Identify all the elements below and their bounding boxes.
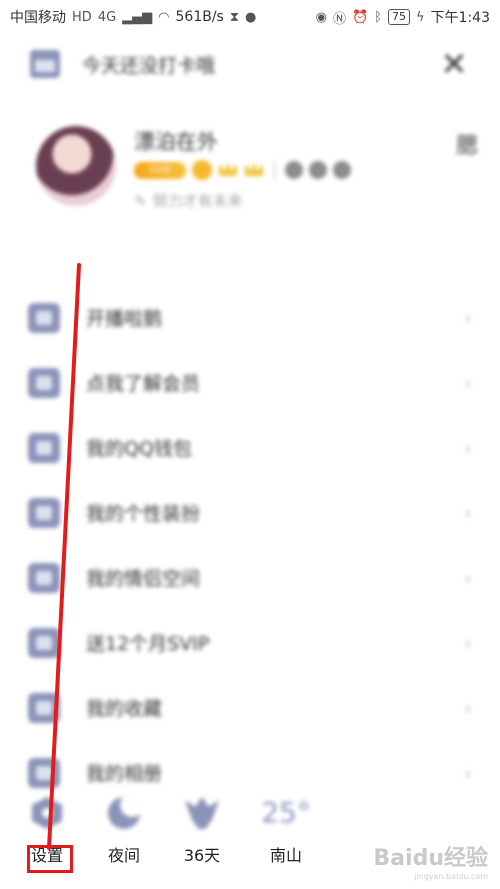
sun-level-icon [192, 160, 212, 180]
drawer-menu: 开播啦鹅 › 点我了解会员 › 我的QQ钱包 › 我的个性装扮 › 我的情侣空间… [28, 285, 478, 805]
status-right: ◉ Ⓝ ⏰ ᛒ 75 ϟ 下午1:43 [316, 7, 490, 27]
chevron-right-icon: › [464, 760, 472, 785]
badges-row: SVIP [134, 160, 351, 180]
chevron-right-icon: › [464, 500, 472, 525]
wallet-icon [28, 432, 60, 463]
achievement-icon-2 [309, 161, 327, 179]
nickname: 漂泊在外 [134, 130, 218, 154]
chevron-right-icon: › [464, 565, 472, 590]
shirt-icon [28, 497, 60, 528]
menu-item-gift-svip[interactable]: 送12个月SVIP › [28, 610, 478, 675]
signature-text: 努力才有未来 [152, 192, 243, 210]
achievement-icon-1 [285, 161, 303, 179]
pencil-icon: ✎ [134, 191, 147, 210]
menu-item-label: 我的情侣空间 [86, 568, 201, 590]
weather-button[interactable]: 25° 南山 [256, 796, 316, 866]
vip-icon [28, 367, 60, 398]
nfc-icon: Ⓝ [332, 11, 346, 27]
network-speed: 561B/s [175, 9, 224, 25]
temperature-display: 25° [261, 796, 311, 829]
moon-icon [107, 796, 141, 830]
menu-item-live[interactable]: 开播啦鹅 › [28, 285, 478, 350]
hourglass-icon: ⧗ [229, 9, 239, 25]
days-label: 36天 [183, 846, 221, 865]
bluetooth-icon: ᛒ [374, 9, 382, 25]
alarm-icon: ⏰ [351, 9, 369, 25]
chevron-right-icon: › [464, 695, 472, 720]
live-icon [28, 302, 60, 333]
bookmark-icon [28, 692, 60, 723]
city-label: 南山 [269, 846, 302, 865]
checkin-text: 今天还没打卡哦 [82, 54, 216, 77]
status-left: 中国移动 HD 4G ▂▄▆ ◠ 561B/s ⧗ ● [10, 7, 256, 27]
charging-icon: ϟ [415, 9, 425, 25]
eye-icon: ◉ [315, 9, 327, 25]
chevron-right-icon: › [464, 305, 472, 330]
carrier-text: 中国移动 [10, 10, 66, 26]
qr-code-icon[interactable]: 腮 [456, 128, 478, 160]
gear-icon [30, 796, 64, 830]
gift-icon [28, 627, 60, 658]
menu-item-label: 开播啦鹅 [86, 308, 163, 330]
watermark: Baidu经验 jingyan.baidu.com [373, 840, 488, 881]
svip-badge: SVIP [134, 161, 186, 179]
watermark-brand: Baidu经验 [373, 846, 488, 871]
chevron-right-icon: › [464, 370, 472, 395]
menu-item-label: 点我了解会员 [86, 373, 201, 395]
clock: 下午1:43 [430, 10, 490, 26]
signature[interactable]: ✎ 努力才有未来 [134, 190, 243, 211]
highlight-box [27, 845, 73, 873]
crown-level-icon-2 [244, 162, 264, 176]
close-icon[interactable]: ✕ [436, 45, 472, 83]
menu-item-label: 我的相册 [86, 763, 163, 785]
signal-icon: ▂▄▆ [122, 9, 153, 25]
calendar-icon [30, 50, 60, 78]
achievement-icon-3 [333, 161, 351, 179]
avatar[interactable] [36, 126, 116, 206]
heart-icon [28, 562, 60, 593]
network-type: 4G [97, 9, 117, 25]
streak-button[interactable]: 36天 [172, 796, 232, 866]
menu-item-couple-space[interactable]: 我的情侣空间 › [28, 545, 478, 610]
status-bar: 中国移动 HD 4G ▂▄▆ ◠ 561B/s ⧗ ● ◉ Ⓝ ⏰ ᛒ 75 ϟ… [0, 0, 500, 34]
crown-level-icon [218, 162, 238, 176]
night-mode-button[interactable]: 夜间 [94, 796, 154, 866]
watermark-url: jingyan.baidu.com [414, 872, 488, 881]
menu-item-favorites[interactable]: 我的收藏 › [28, 675, 478, 740]
wifi-icon: ◠ [158, 9, 170, 25]
badge-divider [274, 161, 275, 179]
wings-icon [185, 796, 219, 830]
menu-item-personalize[interactable]: 我的个性装扮 › [28, 480, 478, 545]
menu-item-label: 我的个性装扮 [86, 503, 201, 525]
profile-card[interactable]: 漂泊在外 SVIP ✎ 努力才有未来 腮 [36, 118, 486, 228]
menu-item-label: 送12个月SVIP [86, 633, 210, 655]
menu-item-label: 我的QQ钱包 [86, 438, 192, 460]
menu-item-membership[interactable]: 点我了解会员 › [28, 350, 478, 415]
battery-icon: 75 [387, 9, 410, 25]
message-icon: ● [244, 9, 257, 25]
chevron-right-icon: › [464, 435, 472, 460]
chevron-right-icon: › [464, 630, 472, 655]
photo-icon [28, 757, 60, 788]
menu-item-label: 我的收藏 [86, 698, 163, 720]
checkin-row[interactable]: 今天还没打卡哦 ✕ [30, 44, 480, 84]
hd-icon: HD [72, 9, 92, 25]
menu-item-wallet[interactable]: 我的QQ钱包 › [28, 415, 478, 480]
night-label: 夜间 [107, 846, 140, 865]
